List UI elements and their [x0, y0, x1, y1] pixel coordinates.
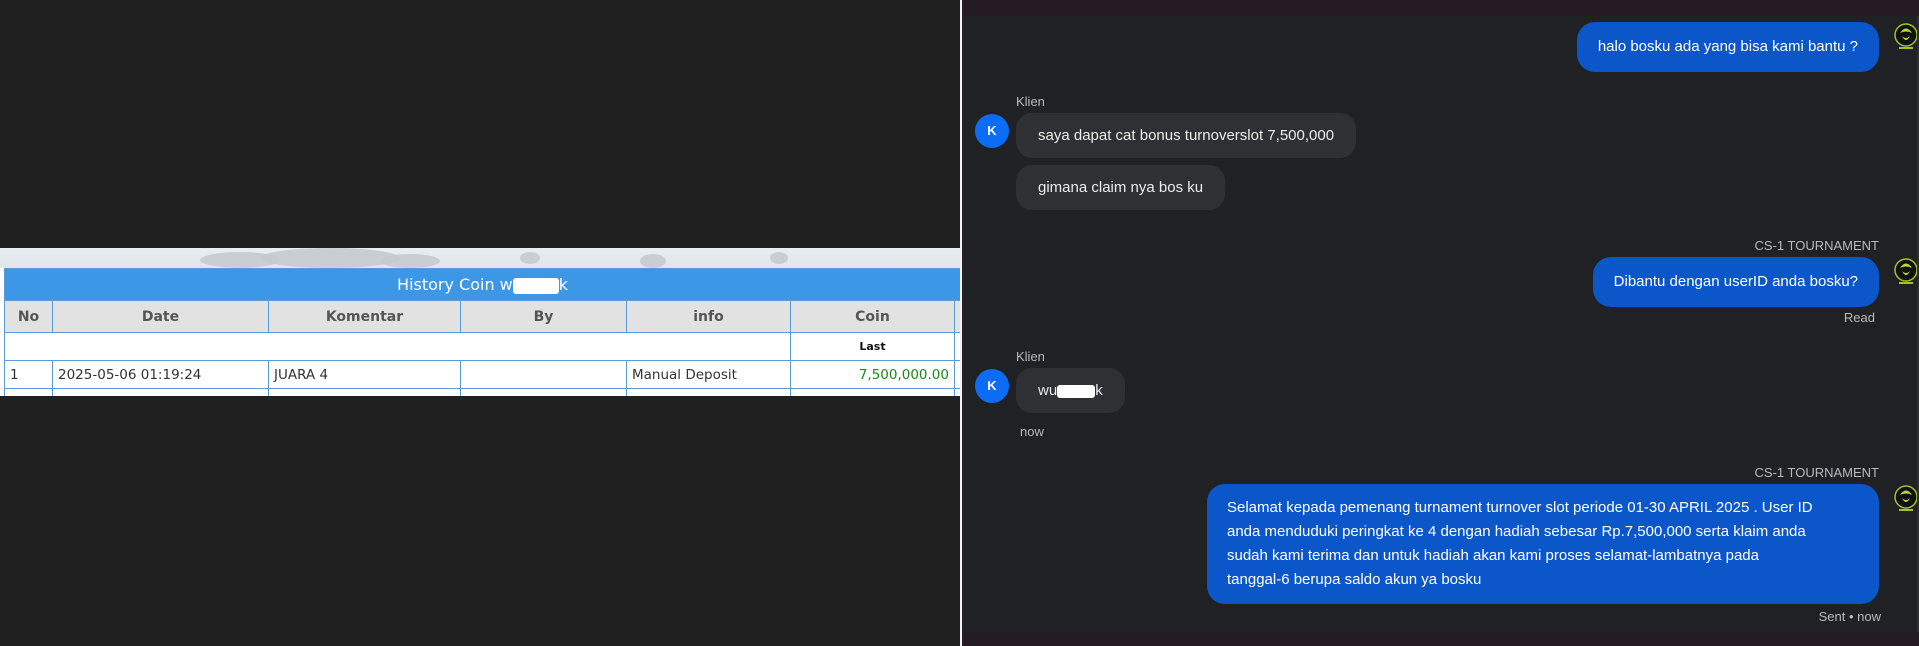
agent-label: CS-1 TOURNAMENT: [1754, 238, 1879, 253]
history-table: History Coin w k No Date Komentar By info…: [3, 268, 960, 396]
read-status: Read: [1843, 310, 1875, 325]
cell-coin: 7,500,000.00: [790, 360, 955, 389]
last-label: Last: [790, 332, 955, 361]
agent-label: CS-1 TOURNAMENT: [1754, 465, 1879, 480]
agent-message-long: Selamat kepada pemenang turnament turnov…: [1207, 484, 1879, 604]
client-label: Klien: [1016, 94, 1045, 109]
history-coin-panel: History Coin w k No Date Komentar By info…: [0, 248, 960, 396]
column-header-komentar[interactable]: Komentar: [268, 300, 461, 333]
client-avatar: K: [975, 369, 1009, 403]
column-header-date[interactable]: Date: [52, 300, 269, 333]
message-line: Selamat kepada pemenang turnament turnov…: [1227, 499, 1813, 516]
message-line: sudah kami terima dan untuk hadiah akan …: [1227, 547, 1759, 564]
redacted-username: [1057, 384, 1096, 398]
agent-logo-icon: [1894, 23, 1918, 49]
last-row-spacer: [4, 332, 791, 361]
column-header-coin[interactable]: Coin: [790, 300, 955, 333]
client-message: wu k: [1016, 368, 1125, 413]
message-time: now: [1020, 424, 1044, 439]
agent-logo-icon: [1894, 258, 1918, 284]
cell-no: 1: [4, 360, 53, 389]
cell-info: Manual Deposit: [626, 360, 791, 389]
agent-message: halo bosku ada yang bisa kami bantu ?: [1576, 22, 1879, 72]
message-line: anda menduduki peringkat ke 4 dengan had…: [1227, 523, 1806, 540]
agent-message: Dibantu dengan userID anda bosku?: [1592, 257, 1879, 307]
chat-top-bar: [964, 0, 1919, 16]
sent-status: Sent • now: [1818, 609, 1881, 624]
chat-panel: halo bosku ada yang bisa kami bantu ? Kl…: [964, 0, 1919, 646]
cell-komentar: JUARA 4: [268, 360, 461, 389]
agent-logo-icon: [1894, 485, 1918, 511]
column-header-no[interactable]: No: [4, 300, 53, 333]
table-row[interactable]: 1 2025-05-06 01:19:24 JUARA 4 Manual Dep…: [4, 360, 960, 389]
redacted-username: [512, 277, 559, 294]
header-decoration: [0, 248, 960, 268]
history-title-prefix: History Coin w: [397, 275, 513, 294]
client-message-suffix: k: [1095, 382, 1103, 399]
message-line: tanggal-6 berupa saldo akun ya bosku: [1227, 571, 1482, 588]
tail-cell: [790, 388, 955, 396]
tail-cell: [626, 388, 791, 396]
tail-cell: [268, 388, 461, 396]
client-message: saya dapat cat bonus turnoverslot 7,500,…: [1016, 113, 1357, 158]
chat-bottom-bar: [964, 632, 1919, 646]
left-panel: History Coin w k No Date Komentar By info…: [0, 0, 960, 646]
tail-cell: [52, 388, 269, 396]
cell-by: [460, 360, 627, 389]
client-message-prefix: wu: [1038, 382, 1058, 399]
column-header-by[interactable]: By: [460, 300, 627, 333]
cell-date: 2025-05-06 01:19:24: [52, 360, 269, 389]
tail-cell: [460, 388, 627, 396]
column-header-info[interactable]: info: [626, 300, 791, 333]
history-title-suffix: k: [558, 275, 569, 294]
client-label: Klien: [1016, 349, 1045, 364]
tail-cell: [4, 388, 53, 396]
client-avatar: K: [975, 114, 1009, 148]
client-message: gimana claim nya bos ku: [1016, 165, 1226, 210]
history-title: History Coin w k: [3, 268, 960, 301]
